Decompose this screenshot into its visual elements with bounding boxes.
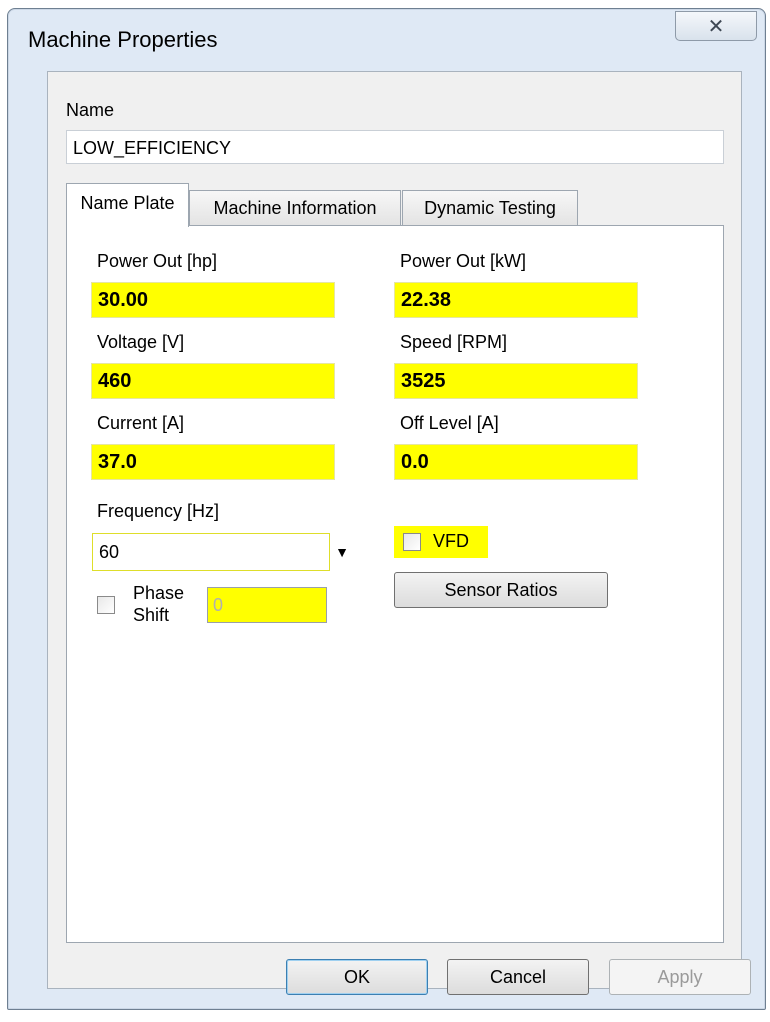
phase-shift-label-line1: Phase	[133, 583, 185, 603]
phase-shift-checkbox[interactable]	[97, 596, 115, 614]
power-out-hp-input[interactable]: 30.00	[91, 282, 335, 318]
tab-machine-information[interactable]: Machine Information	[189, 190, 401, 226]
phase-shift-label: Phase Shift	[133, 582, 184, 626]
frequency-select[interactable]: 60	[92, 533, 330, 571]
phase-shift-label-line2: Shift	[133, 605, 170, 625]
off-level-label: Off Level [A]	[400, 413, 499, 433]
name-input[interactable]: LOW_EFFICIENCY	[66, 130, 724, 164]
frequency-label: Frequency [Hz]	[97, 501, 220, 521]
current-input[interactable]: 37.0	[91, 444, 335, 480]
window-title: Machine Properties	[28, 27, 218, 52]
sensor-ratios-button[interactable]: Sensor Ratios	[394, 572, 608, 608]
title-bar[interactable]: Machine Properties ✕	[8, 9, 765, 71]
cancel-button[interactable]: Cancel	[447, 959, 589, 995]
name-label: Name	[66, 100, 115, 120]
dialog-body: Name LOW_EFFICIENCY Name Plate Machine I…	[47, 71, 742, 989]
vfd-label: VFD	[433, 531, 469, 551]
power-out-hp-label: Power Out [hp]	[97, 251, 218, 271]
name-plate-panel: Power Out [hp] 30.00 Power Out [kW] 22.3…	[66, 225, 724, 943]
tab-name-plate[interactable]: Name Plate	[66, 183, 189, 227]
ok-button[interactable]: OK	[286, 959, 428, 995]
power-out-kw-input[interactable]: 22.38	[394, 282, 638, 318]
voltage-input[interactable]: 460	[91, 363, 335, 399]
dropdown-arrow-icon[interactable]: ▼	[331, 533, 353, 571]
close-button[interactable]: ✕	[675, 11, 757, 41]
machine-properties-window: Machine Properties ✕ Name LOW_EFFICIENCY…	[7, 8, 766, 1010]
speed-label: Speed [RPM]	[400, 332, 508, 352]
speed-input[interactable]: 3525	[394, 363, 638, 399]
phase-shift-input[interactable]: 0	[207, 587, 327, 623]
power-out-kw-label: Power Out [kW]	[400, 251, 527, 271]
voltage-label: Voltage [V]	[97, 332, 185, 352]
off-level-input[interactable]: 0.0	[394, 444, 638, 480]
current-label: Current [A]	[97, 413, 185, 433]
close-icon: ✕	[707, 15, 725, 38]
vfd-checkbox[interactable]	[403, 533, 421, 551]
apply-button[interactable]: Apply	[609, 959, 751, 995]
tab-dynamic-testing[interactable]: Dynamic Testing	[402, 190, 578, 226]
